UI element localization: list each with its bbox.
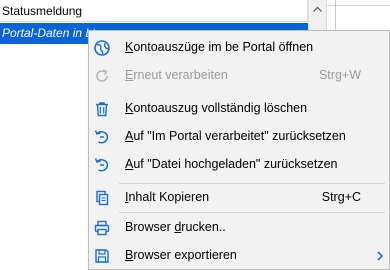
menu-item-label: Auf "Datei hochgeladen" zurücksetzen [125,157,338,171]
menu-separator [119,212,385,213]
column-header-statusmeldung[interactable]: Statusmeldung [0,0,308,22]
chevron-right-icon [377,251,384,261]
scroll-up-button[interactable] [309,0,326,17]
menu-item-shortcut: Strg+W [318,68,361,82]
right-panel-header [327,0,390,6]
menu-item-delete-statement[interactable]: Kontoauszug vollständig löschen [89,95,389,123]
context-menu: Kontoauszüge im be Portal öffnen Erneut … [88,30,390,270]
copy-icon [92,188,112,208]
menu-item-label: Inhalt Kopieren [125,190,210,204]
menu-item-label: Erneut verarbeiten [125,68,228,82]
menu-item-label: Kontoauszüge im be Portal öffnen [125,40,314,54]
chevron-up-icon [313,6,322,12]
menu-item-copy-content[interactable]: Inhalt Kopieren Strg+C [89,184,389,212]
menu-item-shortcut: Strg+C [321,190,361,204]
menu-item-label: Browser exportieren [125,248,237,262]
globe-icon [92,38,112,58]
menu-item-reset-portal-processed[interactable]: Auf "Im Portal verarbeitet" zurücksetzen [89,123,389,151]
undo-icon [92,155,112,175]
printer-icon [92,218,112,238]
save-icon [92,246,112,266]
trash-icon [92,99,112,119]
undo-icon [92,127,112,147]
menu-item-print-browser[interactable]: Browser drucken.. [89,214,389,242]
refresh-icon [92,66,112,86]
menu-item-label: Browser drucken.. [125,220,226,234]
column-header-label: Statusmeldung [2,4,83,18]
menu-item-label: Kontoauszug vollständig löschen [125,101,308,115]
menu-item-open-portal[interactable]: Kontoauszüge im be Portal öffnen [89,34,389,62]
menu-item-reprocess[interactable]: Erneut verarbeiten Strg+W [89,62,389,90]
menu-item-label: Auf "Im Portal verarbeitet" zurücksetzen [125,129,346,143]
menu-item-export-browser[interactable]: Browser exportieren [89,242,389,270]
menu-item-reset-file-uploaded[interactable]: Auf "Datei hochgeladen" zurücksetzen [89,151,389,179]
